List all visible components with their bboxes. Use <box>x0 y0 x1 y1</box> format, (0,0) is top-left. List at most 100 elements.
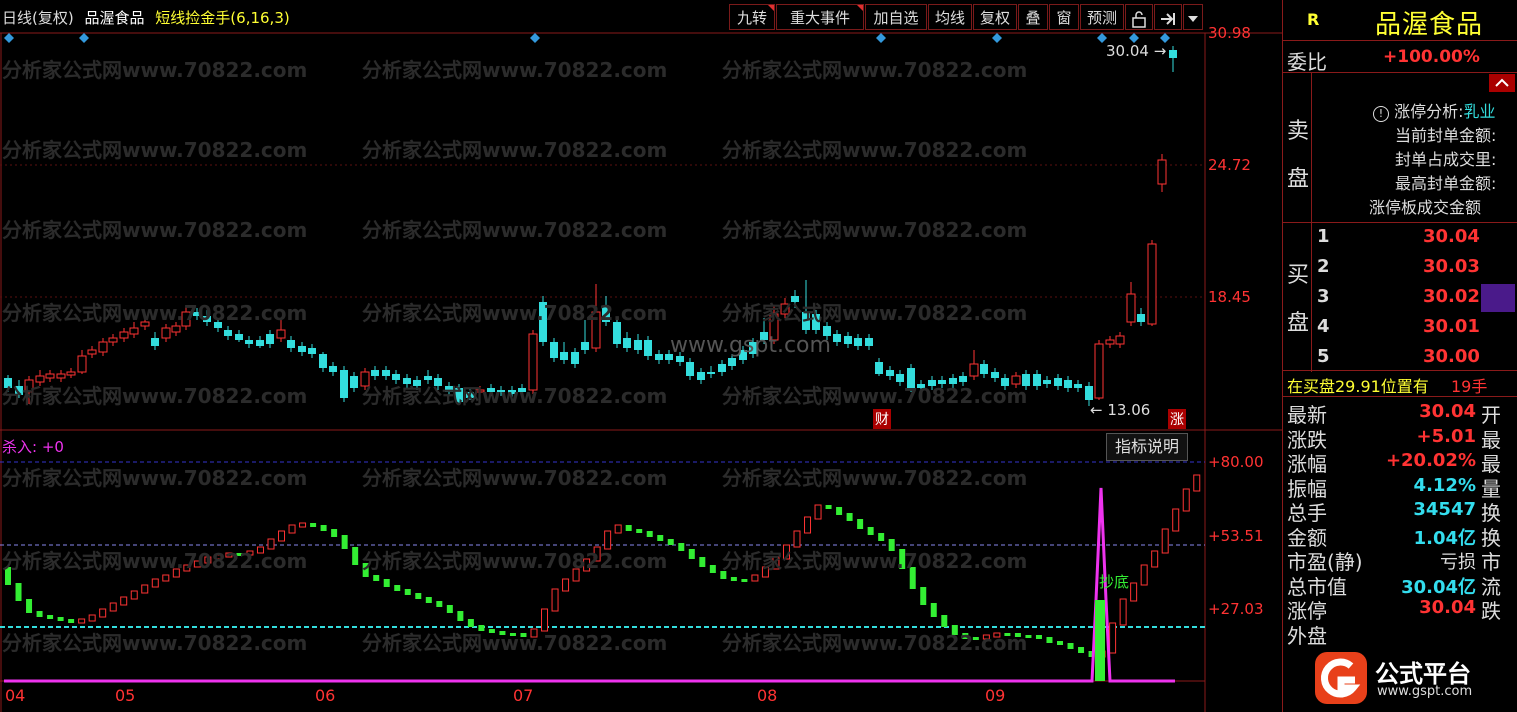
goto-end-icon[interactable] <box>1154 4 1182 30</box>
candle-body <box>780 303 790 315</box>
candle-body <box>87 349 97 355</box>
price-label-mid: 24.72 <box>1208 156 1251 174</box>
indicator-bar <box>214 554 222 560</box>
app-root: 分析家公式网www.70822.com 分析家公式网www.70822.com 分析… <box>0 0 1517 712</box>
candle-body <box>991 372 999 378</box>
indicator-bar <box>5 567 11 585</box>
indicator-bar <box>383 579 390 587</box>
limit-up-tag[interactable]: 涨 <box>1168 409 1186 429</box>
jiuzhuan-button[interactable]: 九转 <box>729 4 775 30</box>
candle-body <box>171 325 181 333</box>
candle-body <box>66 371 76 376</box>
indicator-bar <box>162 574 170 582</box>
indicator-bar <box>888 539 895 551</box>
overlay-button[interactable]: 叠 <box>1018 4 1048 30</box>
candle-body <box>791 296 799 302</box>
month-label: 08 <box>757 686 778 705</box>
bid-price[interactable]: 30.02 <box>1423 286 1480 307</box>
indicator-bar <box>1119 598 1127 626</box>
collapse-button[interactable] <box>1489 74 1515 92</box>
candle-body <box>959 376 967 382</box>
indicator-help-button[interactable]: 指标说明 <box>1106 433 1189 461</box>
candle-body <box>434 378 442 386</box>
limit-line: 封单占成交里: <box>1395 150 1497 169</box>
buy-signal-tag: 抄底 <box>1099 573 1130 591</box>
indicator-bar <box>499 631 506 635</box>
limit-analysis[interactable]: ! 涨停分析:乳业 <box>1373 98 1496 122</box>
indicator-bar <box>236 553 243 556</box>
indicator-bar <box>488 629 495 633</box>
indicator-name-label[interactable]: 短线捡金手(6,16,3) <box>155 9 289 27</box>
candle-body <box>949 378 957 384</box>
moving-average-button[interactable]: 均线 <box>928 4 972 30</box>
candle-body <box>235 334 243 340</box>
indicator-bar <box>793 530 801 548</box>
candle-body <box>1033 374 1041 386</box>
indicator-bar <box>404 589 411 595</box>
indicator-bar <box>562 578 570 592</box>
bid-price[interactable]: 30.01 <box>1423 316 1480 337</box>
indicator-bar <box>1057 641 1063 645</box>
candle-body <box>623 338 631 348</box>
finance-tag[interactable]: 财 <box>873 409 891 429</box>
window-button[interactable]: 窗 <box>1049 4 1079 30</box>
adjust-button[interactable]: 复权 <box>973 4 1017 30</box>
candle-body <box>865 338 873 346</box>
forecast-button[interactable]: 预测 <box>1080 4 1124 30</box>
chart-canvas[interactable] <box>0 0 1282 712</box>
period-label[interactable]: 日线(复权) <box>2 9 74 27</box>
indicator-bar <box>1109 622 1117 654</box>
quote-panel: R 品渥食品 委比 +100.00% 卖盘 ! 涨停分析:乳业 当前封单金额: … <box>1282 0 1517 712</box>
add-watchlist-button[interactable]: 加自选 <box>865 4 927 30</box>
indicator-bar <box>1078 647 1085 653</box>
indicator-bar <box>867 527 874 535</box>
candle-body <box>308 348 316 354</box>
candle-body <box>907 368 915 390</box>
candle-body <box>812 314 820 330</box>
indicator-bar <box>825 505 832 509</box>
candle-body <box>413 380 421 386</box>
indicator-bar <box>446 605 453 613</box>
major-events-button[interactable]: 重大事件 <box>776 4 864 30</box>
chart-area[interactable]: 分析家公式网www.70822.com 分析家公式网www.70822.com 分析… <box>0 0 1282 712</box>
price-label-low: 18.45 <box>1208 288 1251 306</box>
indicator-bar <box>78 618 86 624</box>
lock-icon[interactable] <box>1125 4 1153 30</box>
candle-body <box>823 326 831 336</box>
indicator-bar <box>1161 528 1169 554</box>
indicator-bar <box>130 590 138 600</box>
indicator-bar <box>972 637 979 640</box>
indicator-bar <box>667 539 674 545</box>
indicator-bar <box>362 563 369 577</box>
candle-body <box>707 372 715 374</box>
indicator-bar <box>267 538 275 550</box>
candle-body <box>749 342 757 354</box>
candle-body <box>1011 375 1021 385</box>
stock-name-label: 品渥食品 <box>84 9 145 27</box>
candle-body <box>181 311 191 327</box>
candle-body <box>424 376 432 380</box>
indicator-bar <box>457 611 464 621</box>
candle-body <box>360 371 370 387</box>
candle-body <box>728 358 736 366</box>
indicator-bar <box>804 516 812 534</box>
bid-price[interactable]: 30.00 <box>1423 346 1480 367</box>
indicator-bar <box>1151 550 1159 568</box>
candle-body <box>455 388 463 402</box>
month-label: 04 <box>5 686 26 705</box>
candle-body <box>119 331 129 339</box>
indicator-bar <box>310 523 317 527</box>
candle-body <box>938 380 946 384</box>
chevron-down-icon[interactable] <box>1183 4 1203 30</box>
candle-body <box>718 364 726 372</box>
candle-body <box>550 342 558 358</box>
indicator-bar <box>331 529 338 537</box>
bid-price[interactable]: 30.04 <box>1423 226 1480 247</box>
candle-body <box>686 362 694 376</box>
candle-body <box>634 340 642 350</box>
weibi-label: 委比 <box>1287 50 1327 74</box>
candle-body <box>475 389 485 393</box>
bid-price[interactable]: 30.03 <box>1423 256 1480 277</box>
limit-line: 当前封单金额: <box>1395 126 1497 145</box>
level-label-53: +53.51 <box>1208 527 1264 545</box>
